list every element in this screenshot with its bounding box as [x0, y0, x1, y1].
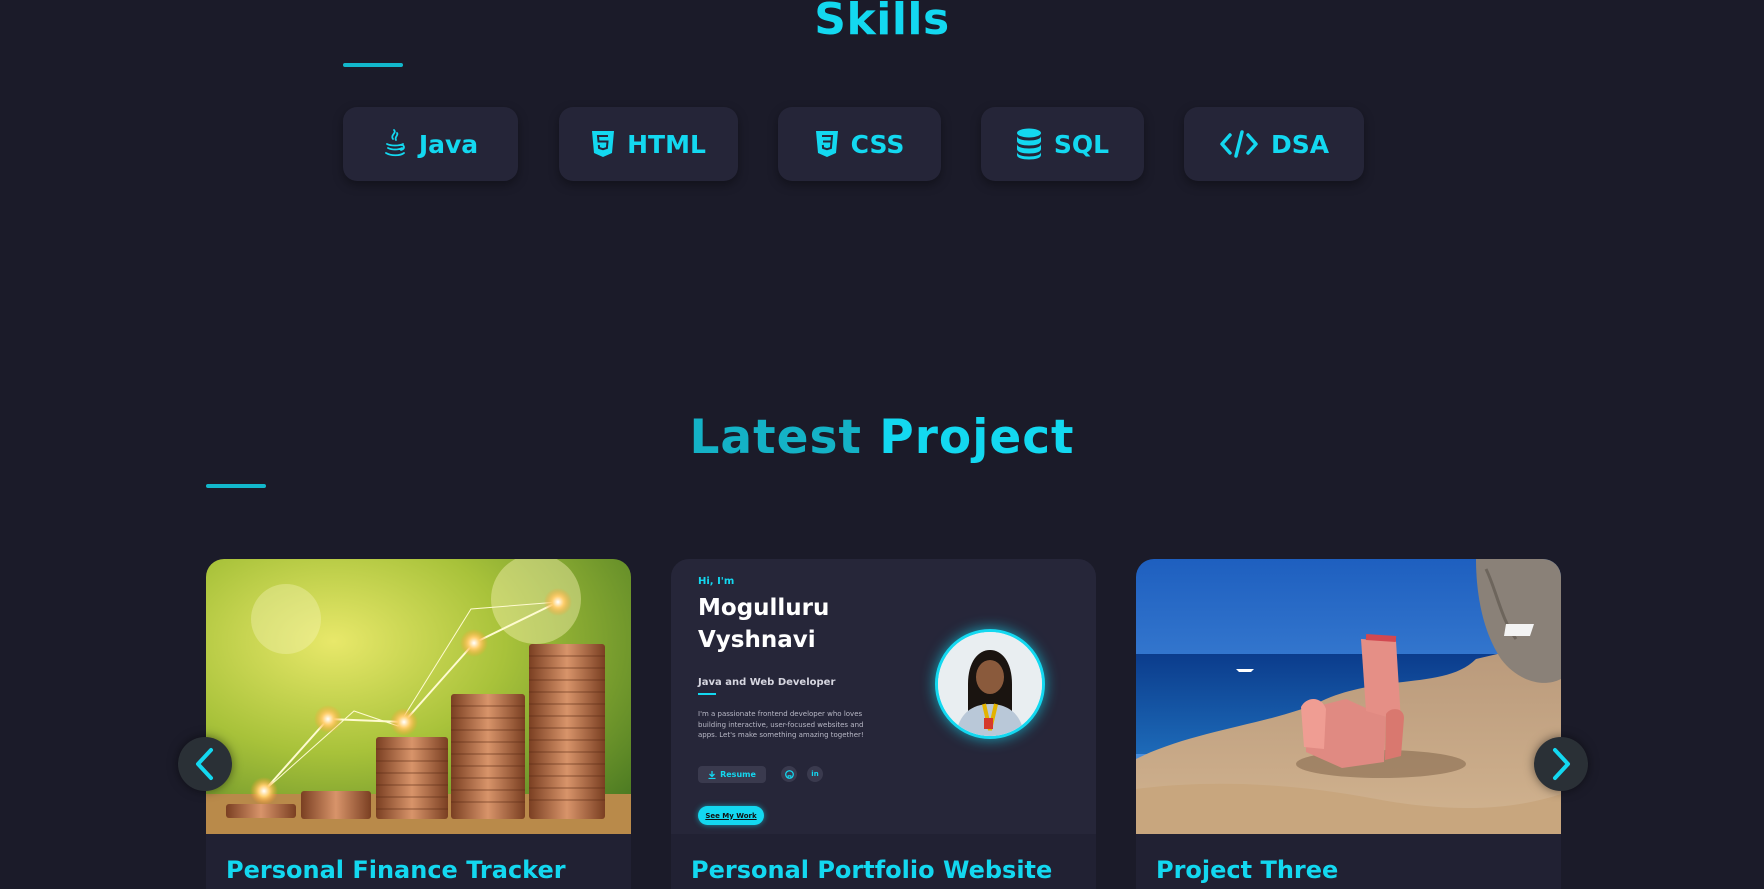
project-card[interactable]: Hi, I'm Mogulluru Vyshnavi Java and Web … [671, 559, 1096, 889]
skills-underline [343, 63, 403, 67]
projects-heading-part1: Latest [689, 410, 862, 465]
projects-heading-part2: Project [879, 410, 1075, 465]
skill-label: CSS [850, 129, 905, 159]
skill-label: DSA [1270, 129, 1330, 159]
code-icon [1220, 130, 1258, 158]
preview-resume-label: Resume [720, 770, 756, 779]
skill-java: Java [343, 107, 518, 181]
linkedin-icon: in [807, 766, 823, 782]
project-title: Project Three [1156, 856, 1339, 884]
projects-underline [206, 484, 266, 488]
project-title: Personal Finance Tracker [226, 856, 566, 884]
carousel-prev-button[interactable] [178, 737, 232, 791]
project-image-portfolio: Hi, I'm Mogulluru Vyshnavi Java and Web … [671, 559, 1096, 834]
java-icon [384, 129, 405, 157]
skill-css: CSS [778, 107, 941, 181]
preview-name-first: Mogulluru [698, 595, 830, 621]
preview-greeting: Hi, I'm [698, 576, 735, 587]
database-icon [1016, 128, 1041, 160]
preview-divider [698, 693, 716, 695]
skill-sql: SQL [981, 107, 1144, 181]
linkedin-label: in [811, 770, 819, 778]
preview-avatar [935, 629, 1045, 739]
preview-name-last: Vyshnavi [698, 627, 816, 653]
css3-icon [815, 131, 838, 157]
skill-dsa: DSA [1184, 107, 1364, 181]
download-icon [708, 770, 716, 779]
preview-resume-button: Resume [698, 766, 766, 783]
project-card[interactable]: Project Three [1136, 559, 1561, 889]
chevron-right-icon [1553, 748, 1570, 780]
preview-role: Java and Web Developer [698, 677, 836, 688]
project-title: Personal Portfolio Website [691, 856, 1053, 884]
page: Skills Java HTML CSS SQL DSA Latest Proj… [0, 0, 1764, 889]
skill-label: HTML [627, 129, 706, 159]
chevron-left-icon [196, 748, 213, 780]
project-image-finance [206, 559, 631, 834]
skill-html: HTML [559, 107, 738, 181]
project-card[interactable]: Personal Finance Tracker [206, 559, 631, 889]
skill-label: SQL [1053, 129, 1110, 159]
portfolio-preview: Hi, I'm Mogulluru Vyshnavi Java and Web … [671, 559, 1096, 834]
skill-label: Java [418, 129, 479, 159]
skills-heading: Skills [814, 0, 950, 45]
preview-description: I'm a passionate frontend developer who … [698, 710, 864, 739]
github-icon [781, 766, 797, 782]
preview-cta-button: See My Work [698, 806, 764, 825]
projects-heading: Latest Project [0, 410, 1764, 465]
preview-name: Mogulluru Vyshnavi [698, 592, 829, 656]
carousel-next-button[interactable] [1534, 737, 1588, 791]
project-image-armchair [1136, 559, 1561, 834]
html5-icon [592, 131, 615, 157]
